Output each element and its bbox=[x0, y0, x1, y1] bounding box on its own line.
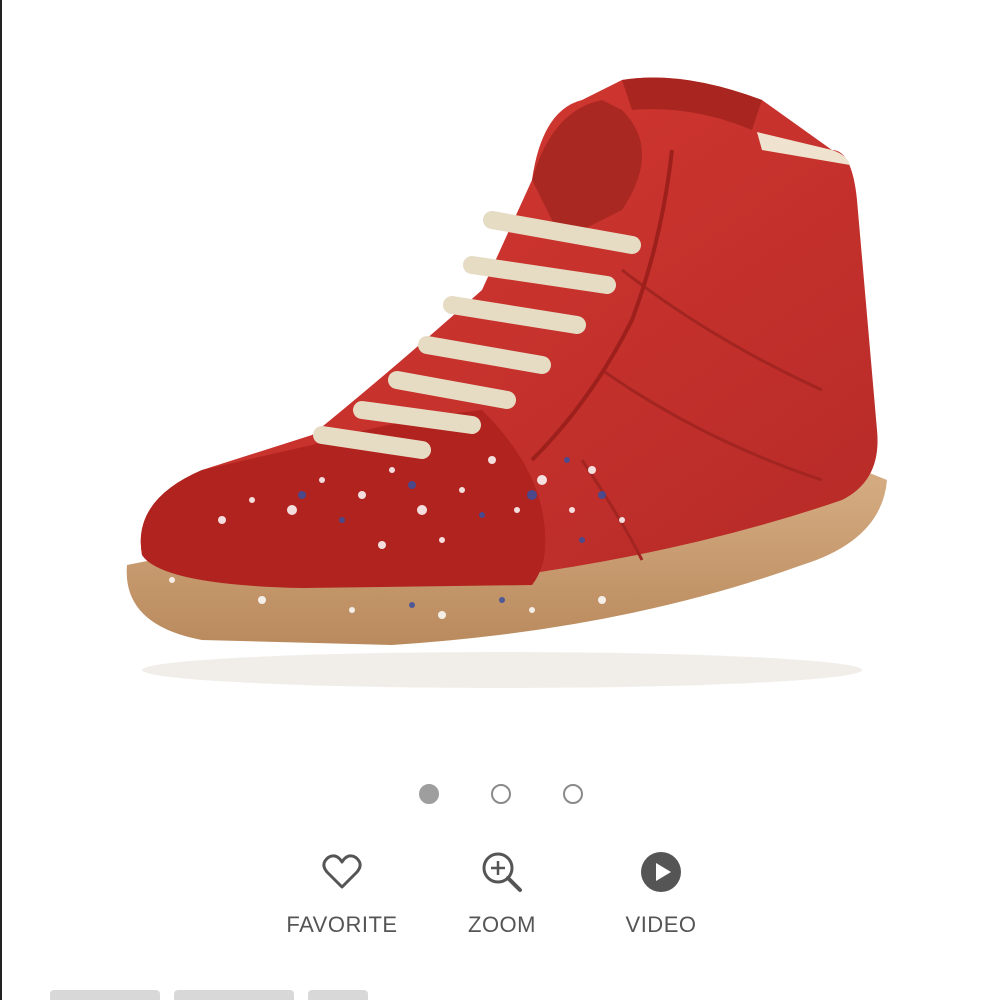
video-label: VIDEO bbox=[625, 912, 697, 937]
favorite-button[interactable]: FAVORITE bbox=[262, 848, 422, 948]
carousel-dot-3[interactable] bbox=[563, 784, 583, 804]
product-image-sneaker[interactable] bbox=[62, 40, 942, 740]
product-page: FAVORITE ZOOM VIDEO bbox=[0, 0, 1000, 1000]
image-carousel-dots bbox=[2, 784, 1000, 810]
video-button[interactable]: VIDEO bbox=[581, 848, 741, 948]
carousel-dot-1[interactable] bbox=[419, 784, 439, 804]
zoom-button[interactable]: ZOOM bbox=[422, 848, 582, 948]
carousel-dot-2[interactable] bbox=[491, 784, 511, 804]
play-icon bbox=[637, 848, 685, 896]
product-actions: FAVORITE ZOOM VIDEO bbox=[2, 848, 1000, 948]
zoom-in-icon bbox=[478, 848, 526, 896]
heart-icon bbox=[318, 848, 366, 896]
favorite-label: FAVORITE bbox=[286, 912, 398, 937]
product-title-cutoff bbox=[50, 990, 390, 1000]
sneaker-illustration bbox=[126, 77, 888, 688]
zoom-label: ZOOM bbox=[468, 912, 536, 937]
